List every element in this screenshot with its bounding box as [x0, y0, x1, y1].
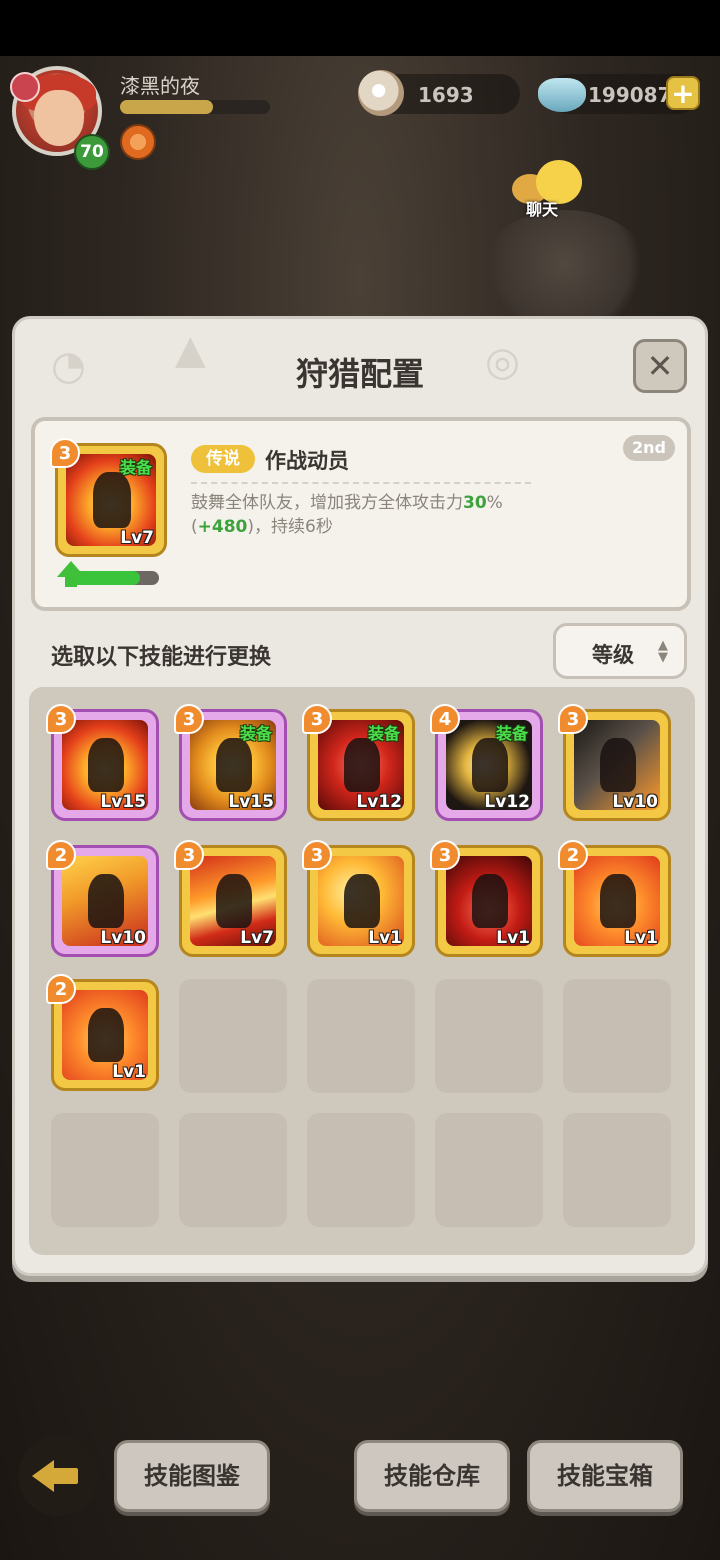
instruction-text: 选取以下技能进行更换 — [51, 645, 272, 670]
avatar-frame-badge — [10, 72, 40, 102]
background-skull — [480, 210, 650, 330]
empty-skill-slot — [435, 1113, 543, 1227]
status-bar — [0, 0, 720, 56]
skill-codex-button[interactable]: 技能图鉴 — [114, 1440, 270, 1512]
equipped-label: 装备 — [495, 724, 528, 743]
skill-level: Lv1 — [368, 928, 402, 948]
skill-level: Lv1 — [624, 928, 658, 948]
gem-count: 199087 — [588, 83, 672, 107]
skill-card[interactable]: 2 Lv1 — [46, 974, 159, 1091]
shell-icon — [358, 70, 404, 116]
player-name: 漆黑的夜 — [120, 74, 200, 98]
skill-card[interactable]: 3 装备 Lv15 — [174, 704, 287, 821]
gem-resource: 199087 + — [538, 74, 700, 114]
upgrade-arrow-icon — [57, 561, 85, 587]
avatar-face — [34, 90, 84, 146]
skill-star-badge: 2 — [558, 840, 588, 870]
equipped-label: 装备 — [239, 724, 272, 743]
skill-card[interactable]: 2 Lv10 — [46, 840, 159, 957]
gem-icon — [538, 78, 586, 112]
xp-fill — [120, 100, 213, 114]
player-level-badge: 70 — [74, 134, 110, 170]
skill-star-badge: 3 — [174, 704, 204, 734]
empty-skill-slot — [51, 1113, 159, 1227]
desc-text: 鼓舞全体队友，增加我方全体攻击力 — [191, 493, 463, 513]
sort-label: 等级 — [592, 643, 634, 667]
skill-level: Lv12 — [356, 792, 402, 812]
skill-warehouse-button[interactable]: 技能仓库 — [354, 1440, 510, 1512]
skill-star-badge: 3 — [302, 704, 332, 734]
skill-level: Lv15 — [100, 792, 146, 812]
skill-level: Lv10 — [612, 792, 658, 812]
empty-skill-slot — [563, 1113, 671, 1227]
skill-level: Lv7 — [240, 928, 274, 948]
empty-skill-slot — [435, 979, 543, 1093]
panel-title: 狩猎配置 — [295, 355, 424, 393]
desc-bonus: +480 — [197, 517, 248, 537]
xp-bar — [120, 100, 270, 114]
skill-level: Lv10 — [100, 928, 146, 948]
skill-level: Lv7 — [120, 528, 154, 548]
shell-count: 1693 — [418, 83, 474, 107]
rank-tag: 2nd — [623, 435, 675, 461]
sort-dropdown[interactable]: 等级 ▲ ▼ — [553, 623, 687, 679]
skill-description: 鼓舞全体队友，增加我方全体攻击力30% (+480)，持续6秒 — [191, 491, 551, 539]
skill-card[interactable]: 3 装备 Lv12 — [302, 704, 415, 821]
selected-skill-card: 3 装备 Lv7 2nd 传说 作战动员 鼓舞全体队友，增加我方全体攻击力30%… — [31, 417, 691, 611]
empty-skill-slot — [307, 1113, 415, 1227]
skill-star-badge: 3 — [558, 704, 588, 734]
rarity-badge: 传说 — [191, 445, 255, 473]
skill-star-badge: 3 — [46, 704, 76, 734]
skill-level: Lv15 — [228, 792, 274, 812]
skill-level: Lv1 — [496, 928, 530, 948]
skill-card[interactable]: 3 Lv1 — [430, 840, 543, 957]
skill-card[interactable]: 3 Lv15 — [46, 704, 159, 821]
desc-duration: )，持续6秒 — [247, 517, 333, 537]
back-button[interactable] — [18, 1436, 98, 1516]
skill-grid: 3 Lv15 3 装备 Lv15 3 装备 Lv12 4 装备 Lv12 3 Lv10 2 Lv10 3 Lv7… — [29, 687, 695, 1255]
guild-icon[interactable] — [120, 124, 156, 160]
skill-name: 作战动员 — [265, 449, 349, 473]
skill-card[interactable]: 4 装备 Lv12 — [430, 704, 543, 821]
chat-button[interactable]: 聊天 — [512, 160, 584, 220]
selected-skill-icon[interactable]: 3 装备 Lv7 — [50, 438, 167, 557]
skill-card[interactable]: 2 Lv1 — [558, 840, 671, 957]
desc-percent-unit: % — [486, 493, 503, 513]
skill-card[interactable]: 3 Lv1 — [302, 840, 415, 957]
chat-label: 聊天 — [526, 200, 559, 219]
shell-resource: 1693 — [358, 70, 520, 116]
empty-skill-slot — [307, 979, 415, 1093]
equipped-label: 装备 — [367, 724, 400, 743]
close-icon: ✕ — [646, 347, 674, 385]
skill-chest-button[interactable]: 技能宝箱 — [527, 1440, 683, 1512]
skill-card[interactable]: 3 Lv10 — [558, 704, 671, 821]
skill-star-badge: 3 — [430, 840, 460, 870]
add-gems-button[interactable]: + — [666, 76, 700, 110]
empty-skill-slot — [563, 979, 671, 1093]
skill-card[interactable]: 3 Lv7 — [174, 840, 287, 957]
skill-star-badge: 4 — [430, 704, 460, 734]
back-arrow-icon — [32, 1460, 54, 1492]
sort-arrows-icon: ▲ ▼ — [658, 638, 668, 665]
empty-skill-slot — [179, 1113, 287, 1227]
skill-level: Lv1 — [112, 1062, 146, 1082]
desc-percent: 30 — [463, 493, 487, 513]
skill-star-badge: 3 — [174, 840, 204, 870]
desc-paren-open: ( — [191, 517, 198, 537]
divider — [191, 482, 531, 484]
empty-skill-slot — [179, 979, 287, 1093]
skill-star-badge: 2 — [46, 840, 76, 870]
skill-star-badge: 3 — [50, 438, 80, 468]
skill-level: Lv12 — [484, 792, 530, 812]
skill-star-badge: 2 — [46, 974, 76, 1004]
equipped-label: 装备 — [119, 458, 152, 477]
close-button[interactable]: ✕ — [633, 339, 687, 393]
hunt-config-panel: ◔ ▲ ◎ 狩猎配置 ✕ 3 装备 Lv7 2nd 传说 作战动员 鼓舞全体队友… — [12, 316, 708, 1276]
back-arrow-shaft — [52, 1468, 78, 1484]
skill-star-badge: 3 — [302, 840, 332, 870]
